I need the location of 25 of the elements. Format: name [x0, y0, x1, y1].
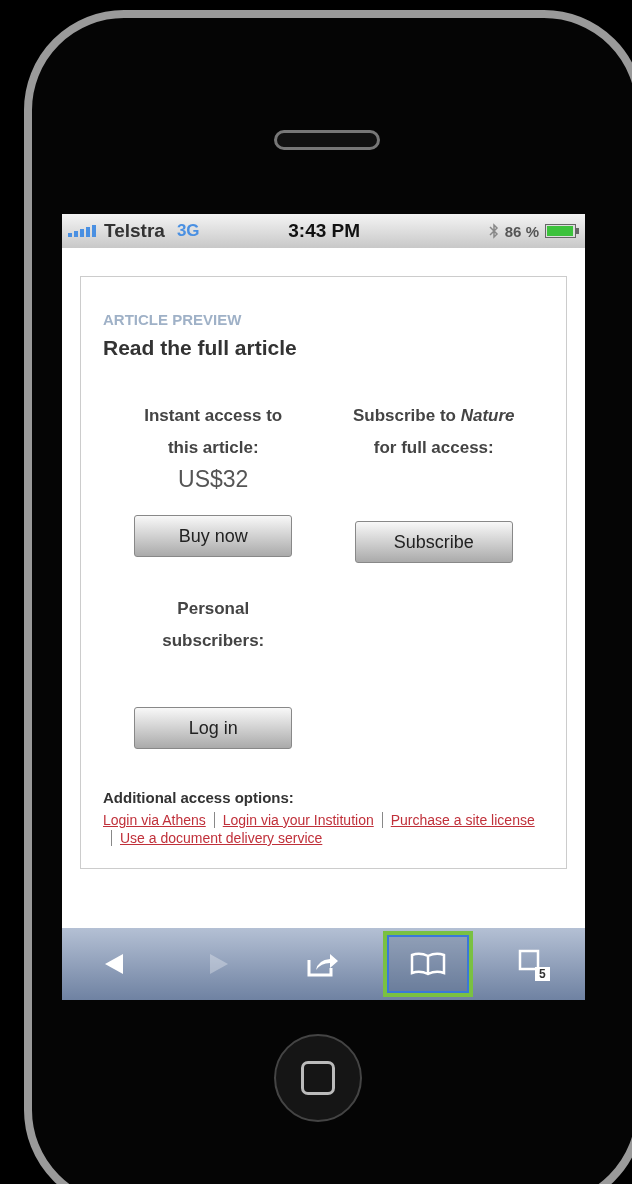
battery-icon — [545, 224, 579, 238]
option-text: Instant access to this article: — [143, 405, 284, 459]
option-button[interactable]: Subscribe — [354, 521, 513, 563]
additional-options-heading: Additional access options: — [103, 789, 295, 806]
network-type: 3G — [176, 221, 200, 241]
tab-count: 5 — [535, 967, 550, 981]
clock-time: 3:43 PM — [288, 220, 361, 242]
battery-percentage: 86 % — [504, 222, 539, 240]
bookmarks-button[interactable] — [383, 931, 474, 997]
card-title: Read the full article — [103, 336, 298, 360]
price: US$32 — [178, 466, 249, 493]
signal-icon — [68, 225, 98, 237]
tabs-button[interactable]: 5 — [487, 931, 578, 997]
open-book-icon — [410, 951, 447, 977]
access-link[interactable]: Login via Athens — [103, 812, 206, 828]
access-link[interactable]: Purchase a site license — [390, 812, 535, 828]
access-link[interactable]: Use a document delivery service — [120, 830, 323, 846]
option-text: Personal subscribers: — [161, 598, 266, 652]
option-button[interactable]: Buy now — [134, 515, 293, 557]
bluetooth-icon — [488, 223, 499, 239]
option-text: Subscribe to Nature for full access: — [351, 405, 516, 459]
section-label: ARTICLE PREVIEW — [103, 311, 243, 328]
access-link[interactable]: Login via your Institution — [222, 812, 374, 828]
option-button[interactable]: Log in — [134, 707, 293, 749]
carrier-name: Telstra — [104, 220, 165, 242]
